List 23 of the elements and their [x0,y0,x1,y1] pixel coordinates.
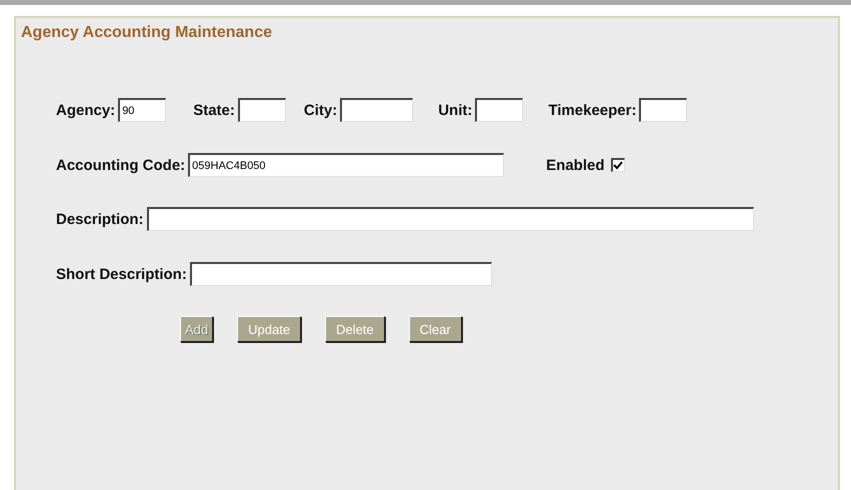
field-label: Enabled [546,156,605,174]
input-field[interactable] [190,262,492,286]
field-label: Description: [56,210,144,228]
input-field[interactable]: 059HAC4B050 [188,153,504,177]
form-button[interactable]: Update [237,316,302,342]
field-label: Unit: [438,102,472,118]
field-label: Accounting Code: [56,156,186,174]
check-icon [613,161,624,170]
page-title: Agency Accounting Maintenance [21,24,273,43]
field-label: Short Description: [56,266,187,282]
input-field[interactable] [639,98,688,122]
input-field[interactable] [146,207,754,231]
form-button[interactable]: Delete [325,316,385,342]
enabled-checkbox[interactable] [610,158,625,172]
field-label: City: [304,102,338,118]
input-field[interactable]: 90 [118,98,166,122]
field-label: State: [193,102,235,118]
input-field[interactable] [475,98,524,122]
input-field[interactable] [340,98,414,122]
field-label: Timekeeper: [548,102,636,118]
field-label: Agency: [56,102,116,118]
input-field[interactable] [238,98,286,122]
form-button[interactable]: Clear [408,316,462,342]
